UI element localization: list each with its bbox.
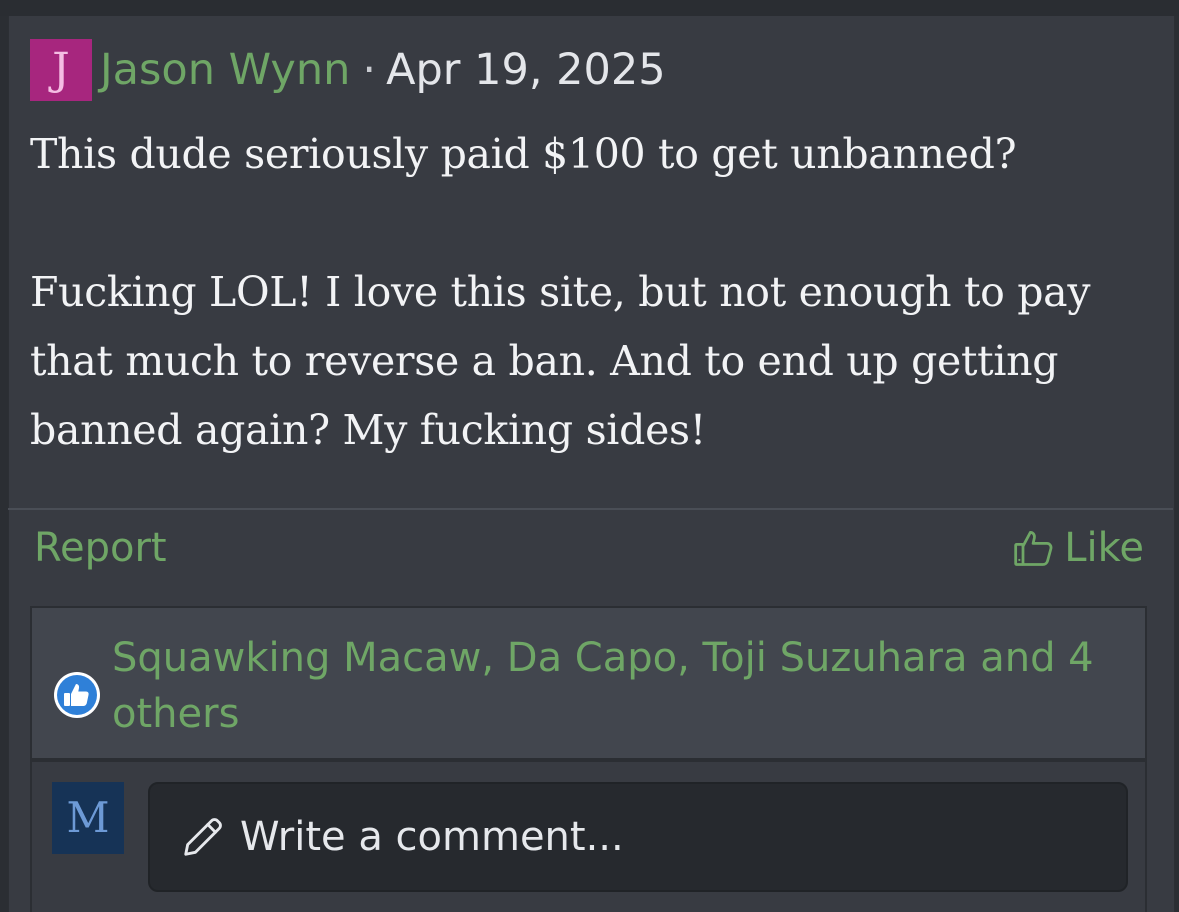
divider	[8, 508, 1173, 510]
post-body: This dude seriously paid $100 to get unb…	[30, 120, 1160, 465]
comment-composer: M Write a comment...	[30, 760, 1147, 912]
post-paragraph-1: This dude seriously paid $100 to get unb…	[30, 130, 1017, 178]
report-link[interactable]: Report	[34, 525, 167, 571]
pencil-icon	[184, 818, 222, 856]
top-band	[0, 0, 1179, 16]
like-button[interactable]: Like	[1012, 525, 1144, 571]
thumbs-up-outline-icon	[1014, 531, 1053, 566]
reactions-bar: Squawking Macaw, Da Capo, Toji Suzuhara …	[30, 606, 1147, 760]
meta-separator: ·	[362, 45, 377, 95]
post-paragraph-2: Fucking LOL! I love this site, but not e…	[30, 268, 1091, 454]
comment-placeholder: Write a comment...	[240, 814, 624, 860]
like-label: Like	[1064, 525, 1144, 571]
thumbs-up-badge-icon	[54, 672, 100, 718]
post-date: Apr 19, 2025	[386, 45, 666, 95]
user-avatar[interactable]: M	[52, 782, 124, 854]
reaction-names-link[interactable]: Squawking Macaw, Da Capo, Toji Suzuhara …	[112, 630, 1112, 742]
author-name-link[interactable]: Jason Wynn	[100, 45, 350, 95]
author-avatar[interactable]: J	[30, 39, 92, 101]
comment-input[interactable]: Write a comment...	[148, 782, 1128, 892]
post-meta: J Jason Wynn · Apr 19, 2025	[30, 39, 666, 101]
